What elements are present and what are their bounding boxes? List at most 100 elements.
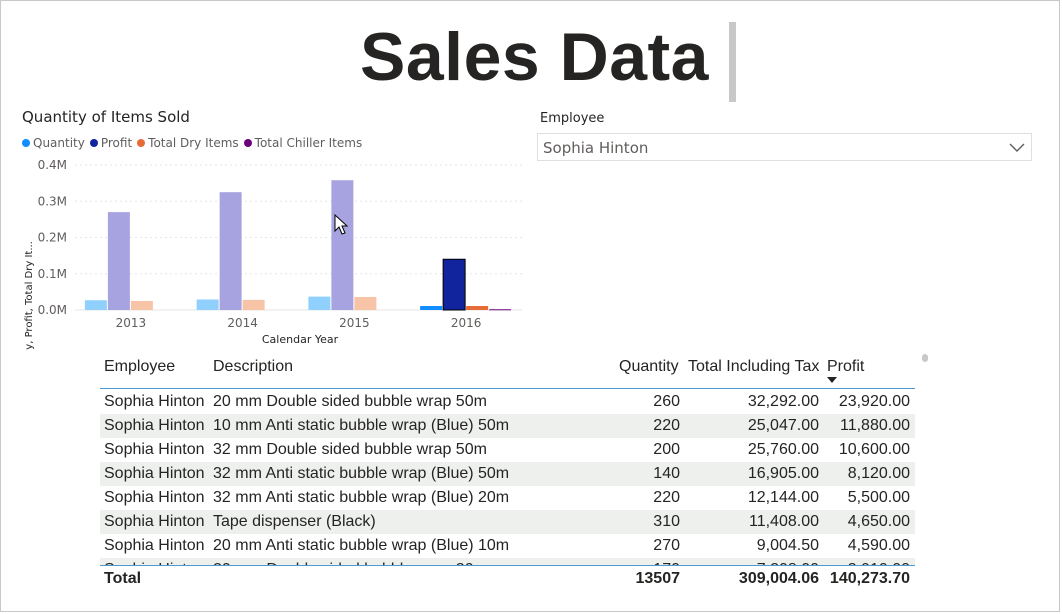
cell-employee: Sophia Hinton bbox=[104, 537, 205, 554]
chevron-down-icon[interactable] bbox=[1007, 138, 1027, 156]
employee-dropdown[interactable]: Sophia Hinton bbox=[537, 133, 1032, 161]
cell-employee: Sophia Hinton bbox=[104, 393, 205, 410]
bar-total-dry-items-2015[interactable] bbox=[354, 296, 377, 310]
cell-total-including-tax: 12,144.00 bbox=[747, 489, 819, 506]
y-tick-label: 0.2M bbox=[38, 231, 67, 245]
cell-description: Tape dispenser (Black) bbox=[213, 513, 376, 530]
selected-employee: Sophia Hinton bbox=[543, 139, 649, 157]
legend-label: Total Dry Items bbox=[148, 136, 239, 150]
bar-total-dry-items-2016[interactable] bbox=[466, 306, 489, 310]
chart-title: Quantity of Items Sold bbox=[22, 108, 190, 126]
legend-dot-icon bbox=[137, 139, 146, 147]
cell-total-including-tax: 11,408.00 bbox=[749, 513, 819, 530]
y-axis-title: Quantity, Profit, Total Dry It... bbox=[24, 241, 35, 350]
table-body: Sophia Hinton 20 mm Double sided bubble w… bbox=[100, 390, 915, 566]
cell-description: 20 mm Anti static bubble wrap (Blue) 10m bbox=[213, 537, 510, 554]
column-header-total-including-tax[interactable]: Total Including Tax bbox=[688, 358, 819, 376]
bar-profit-2016[interactable] bbox=[442, 258, 466, 311]
legend-label: Total Chiller Items bbox=[254, 136, 363, 150]
x-tick-label: 2016 bbox=[451, 316, 482, 330]
cell-profit: 11,880.00 bbox=[840, 417, 910, 434]
table-row[interactable]: Sophia Hinton 20 mm Double sided bubble w… bbox=[100, 390, 915, 414]
cell-quantity: 140 bbox=[653, 465, 680, 482]
column-header-description[interactable]: Description bbox=[213, 358, 293, 376]
cell-description: 32 mm Double sided bubble wrap 50m bbox=[213, 441, 487, 458]
cell-total-including-tax: 16,905.00 bbox=[747, 465, 819, 482]
cell-quantity: 220 bbox=[653, 417, 680, 434]
cell-description: 32 mm Anti static bubble wrap (Blue) 20m bbox=[213, 489, 510, 506]
column-header-employee[interactable]: Employee bbox=[104, 358, 175, 376]
table-row[interactable]: Sophia Hinton 32 mm Anti static bubble wr… bbox=[100, 486, 915, 510]
bar-total-chiller-items-2016[interactable] bbox=[489, 309, 512, 311]
cell-quantity: 200 bbox=[653, 441, 680, 458]
x-tick-label: 2015 bbox=[339, 316, 370, 330]
cell-total-including-tax: 25,047.00 bbox=[747, 417, 819, 434]
column-header-profit[interactable]: Profit bbox=[827, 358, 864, 376]
table-row[interactable]: Sophia Hinton 32 mm Double sided bubble w… bbox=[100, 438, 915, 462]
column-header-quantity[interactable]: Quantity bbox=[619, 358, 679, 376]
cell-employee: Sophia Hinton bbox=[104, 465, 205, 482]
sort-descending-icon[interactable] bbox=[827, 377, 837, 383]
clustered-column-chart[interactable]: 0.0M 0.1M 0.2M 0.3M 0.4M 2013 2014 2015 2016 Ca… bbox=[0, 150, 540, 350]
cell-employee: Sophia Hinton bbox=[104, 489, 205, 506]
x-tick-label: 2013 bbox=[116, 316, 147, 330]
cell-profit: 8,120.00 bbox=[847, 465, 910, 482]
table-row[interactable]: Sophia Hinton 32 mm Anti static bubble wr… bbox=[100, 462, 915, 486]
cell-profit: 4,650.00 bbox=[847, 513, 910, 530]
cell-employee: Sophia Hinton bbox=[104, 417, 205, 434]
legend-label: Profit bbox=[100, 136, 133, 150]
bar-total-dry-items-2013[interactable] bbox=[130, 300, 153, 310]
table-row[interactable]: Sophia Hinton 20 mm Anti static bubble wr… bbox=[100, 534, 915, 558]
table-scrollbar[interactable] bbox=[922, 354, 928, 362]
x-axis-title: Calendar Year bbox=[262, 333, 339, 346]
legend-item-quantity[interactable]: Quantity bbox=[22, 136, 85, 150]
legend-item-profit[interactable]: Profit bbox=[89, 136, 133, 150]
legend-item-total-chiller-items[interactable]: Total Chiller Items bbox=[243, 136, 363, 150]
page-title: Sales Data bbox=[360, 19, 709, 95]
legend-item-total-dry-items[interactable]: Total Dry Items bbox=[137, 136, 239, 150]
legend-dot-icon bbox=[89, 139, 98, 147]
bar-quantity-2016[interactable] bbox=[420, 306, 443, 310]
cell-profit: 23,920.00 bbox=[838, 393, 910, 410]
cell-profit: 5,500.00 bbox=[847, 489, 910, 506]
bar-quantity-2015[interactable] bbox=[308, 296, 331, 310]
bar-profit-2014[interactable] bbox=[219, 192, 242, 310]
table-row[interactable]: Sophia Hinton 10 mm Anti static bubble wr… bbox=[100, 414, 915, 438]
slicer-label: Employee bbox=[540, 111, 605, 126]
total-label: Total bbox=[104, 570, 142, 587]
chart-bars[interactable] bbox=[84, 180, 512, 311]
cell-total-including-tax: 9,004.50 bbox=[756, 537, 819, 554]
y-axis: 0.0M 0.1M 0.2M 0.3M 0.4M bbox=[38, 158, 67, 317]
bar-profit-2015[interactable] bbox=[331, 180, 354, 310]
cell-total-including-tax: 32,292.00 bbox=[747, 393, 819, 410]
cell-description: 32 mm Anti static bubble wrap (Blue) 50m bbox=[213, 465, 510, 482]
y-tick-label: 0.3M bbox=[38, 194, 67, 208]
y-tick-label: 0.0M bbox=[38, 303, 67, 317]
chart-legend: Quantity Profit Total Dry Items Total Ch… bbox=[22, 136, 362, 150]
y-tick-label: 0.4M bbox=[38, 158, 67, 172]
bar-quantity-2013[interactable] bbox=[84, 300, 107, 310]
bar-profit-2013[interactable] bbox=[107, 212, 130, 310]
mouse-pointer-icon bbox=[334, 214, 348, 235]
total-including-tax: 309,004.06 bbox=[738, 570, 819, 587]
y-tick-label: 0.1M bbox=[38, 267, 67, 281]
cell-employee: Sophia Hinton bbox=[104, 513, 205, 530]
cell-quantity: 310 bbox=[653, 513, 680, 530]
total-quantity: 13507 bbox=[635, 570, 681, 587]
cell-description: 10 mm Anti static bubble wrap (Blue) 50m bbox=[213, 417, 510, 434]
table-row[interactable]: Sophia Hinton Tape dispenser (Black) 310 11… bbox=[100, 510, 915, 534]
cell-employee: Sophia Hinton bbox=[104, 441, 205, 458]
cell-total-including-tax: 25,760.00 bbox=[747, 441, 819, 458]
cell-profit: 4,590.00 bbox=[847, 537, 910, 554]
table-header: Employee Description Quantity Total Incl… bbox=[100, 350, 915, 389]
bar-quantity-2014[interactable] bbox=[196, 299, 219, 310]
cell-quantity: 270 bbox=[653, 537, 680, 554]
total-profit: 140,273.70 bbox=[829, 570, 910, 587]
cell-profit: 10,600.00 bbox=[838, 441, 910, 458]
legend-dot-icon bbox=[22, 139, 30, 147]
table-total-row: Total 13507 309,004.06 140,273.70 bbox=[100, 565, 915, 594]
cell-description: 20 mm Double sided bubble wrap 50m bbox=[213, 393, 487, 410]
cell-quantity: 260 bbox=[653, 393, 680, 410]
bar-total-dry-items-2014[interactable] bbox=[242, 299, 265, 310]
x-axis: 2013 2014 2015 2016 bbox=[116, 316, 482, 330]
